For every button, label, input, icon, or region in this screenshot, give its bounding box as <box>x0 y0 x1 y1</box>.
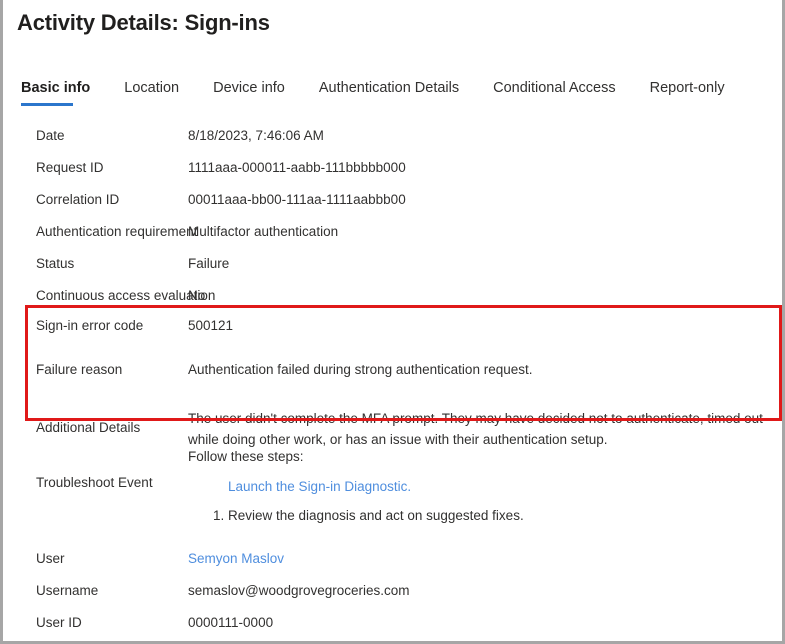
tab-basic-info[interactable]: Basic info <box>21 80 107 106</box>
detail-label-authentication-requirement: Authentication requirement <box>3 216 188 248</box>
basic-info-rows: Date 8/18/2023, 7:46:06 AM Request ID 11… <box>3 120 782 312</box>
tab-location[interactable]: Location <box>124 80 196 106</box>
detail-label-user: User <box>3 543 188 575</box>
tab-location-label: Location <box>124 80 179 96</box>
detail-row-user: User Semyon Maslov <box>3 543 782 575</box>
error-details-group: Sign-in error code 500121 Failure reason… <box>3 310 782 450</box>
troubleshoot-intro: Follow these steps: <box>188 443 782 467</box>
detail-value-additional-details: The user didn't complete the MFA prompt.… <box>188 380 782 450</box>
detail-row-signin-error-code: Sign-in error code 500121 <box>3 310 782 342</box>
detail-value-status: Failure <box>188 248 782 280</box>
detail-label-signin-error-code: Sign-in error code <box>3 310 188 336</box>
tab-conditional-access[interactable]: Conditional Access <box>493 80 633 106</box>
troubleshoot-event-body: Follow these steps: Launch the Sign-in D… <box>188 443 782 526</box>
tab-report-only-label: Report-only <box>650 80 725 96</box>
troubleshoot-link-line: Launch the Sign-in Diagnostic. <box>188 467 782 497</box>
detail-value-username: semaslov@woodgrovegroceries.com <box>188 575 782 607</box>
detail-value-date: 8/18/2023, 7:46:06 AM <box>188 120 782 152</box>
troubleshoot-step-1: 1. Review the diagnosis and act on sugge… <box>188 497 782 526</box>
tab-device-info-label: Device info <box>213 80 285 96</box>
detail-label-failure-reason: Failure reason <box>3 342 188 380</box>
detail-value-continuous-access-evaluation: No <box>188 280 782 312</box>
page-title: Activity Details: Sign-ins <box>17 10 270 36</box>
tab-basic-info-label: Basic info <box>21 80 90 96</box>
detail-row-request-id: Request ID 1111aaa-000011-aabb-111bbbbb0… <box>3 152 782 184</box>
tab-device-info[interactable]: Device info <box>213 80 302 106</box>
detail-row-username: Username semaslov@woodgrovegroceries.com <box>3 575 782 607</box>
tab-bar: Basic info Location Device info Authenti… <box>21 80 742 106</box>
detail-row-authentication-requirement: Authentication requirement Multifactor a… <box>3 216 782 248</box>
detail-value-user: Semyon Maslov <box>188 543 782 575</box>
detail-row-user-id: User ID 0000111-0000 <box>3 607 782 639</box>
detail-value-user-id: 0000111-0000 <box>188 607 782 639</box>
detail-value-signin-error-code: 500121 <box>188 310 782 336</box>
detail-value-correlation-id: 00011aaa-bb00-111aa-1111aabbb00 <box>188 184 782 216</box>
detail-row-continuous-access-evaluation: Continuous access evaluation No <box>3 280 782 312</box>
detail-value-failure-reason: Authentication failed during strong auth… <box>188 342 782 380</box>
detail-row-additional-details: Additional Details The user didn't compl… <box>3 380 782 450</box>
tab-authentication-details[interactable]: Authentication Details <box>319 80 476 106</box>
detail-label-correlation-id: Correlation ID <box>3 184 188 216</box>
detail-label-username: Username <box>3 575 188 607</box>
tab-authentication-details-label: Authentication Details <box>319 80 459 96</box>
detail-value-request-id: 1111aaa-000011-aabb-111bbbbb000 <box>188 152 782 184</box>
detail-value-authentication-requirement: Multifactor authentication <box>188 216 782 248</box>
user-info-rows: User Semyon Maslov Username semaslov@woo… <box>3 543 782 639</box>
tab-conditional-access-label: Conditional Access <box>493 80 616 96</box>
detail-row-correlation-id: Correlation ID 00011aaa-bb00-111aa-1111a… <box>3 184 782 216</box>
detail-label-continuous-access-evaluation: Continuous access evaluation <box>3 280 188 312</box>
detail-label-user-id: User ID <box>3 607 188 639</box>
detail-label-date: Date <box>3 120 188 152</box>
detail-label-troubleshoot-event: Troubleshoot Event <box>3 443 188 492</box>
detail-label-additional-details: Additional Details <box>3 380 188 438</box>
launch-signin-diagnostic-link[interactable]: Launch the Sign-in Diagnostic. <box>228 479 411 494</box>
detail-label-request-id: Request ID <box>3 152 188 184</box>
detail-row-status: Status Failure <box>3 248 782 280</box>
tab-report-only[interactable]: Report-only <box>650 80 742 106</box>
activity-details-panel: Activity Details: Sign-ins Basic info Lo… <box>0 0 785 644</box>
troubleshoot-event-row: Troubleshoot Event Follow these steps: L… <box>3 443 782 526</box>
detail-row-failure-reason: Failure reason Authentication failed dur… <box>3 342 782 380</box>
detail-label-status: Status <box>3 248 188 280</box>
detail-row-date: Date 8/18/2023, 7:46:06 AM <box>3 120 782 152</box>
user-profile-link[interactable]: Semyon Maslov <box>188 551 284 566</box>
